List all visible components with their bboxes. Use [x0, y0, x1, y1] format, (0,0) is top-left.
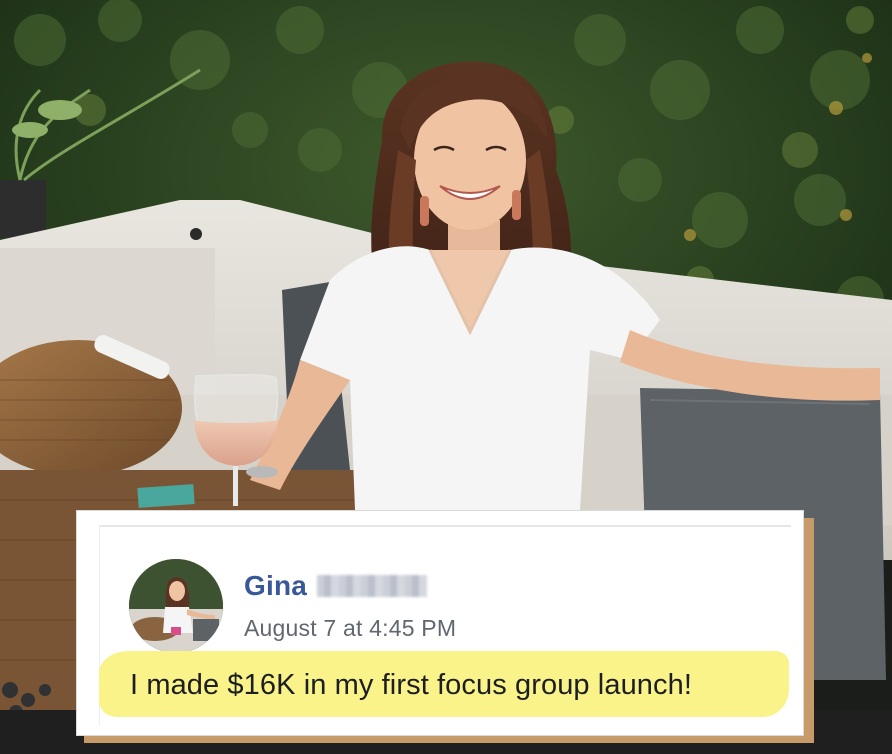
author-name-link[interactable]: Gina [244, 570, 307, 602]
avatar[interactable] [129, 559, 223, 653]
post-timestamp[interactable]: August 7 at 4:45 PM [244, 615, 456, 642]
screenshot-stage: Gina August 7 at 4:45 PM I made $16K in … [0, 0, 892, 754]
profile-photo-icon [129, 559, 223, 653]
redacted-surname [317, 575, 428, 597]
author-row: Gina [244, 567, 428, 605]
post-body-text: I made $16K in my first focus group laun… [130, 669, 693, 701]
social-post-card: Gina August 7 at 4:45 PM I made $16K in … [76, 510, 804, 736]
